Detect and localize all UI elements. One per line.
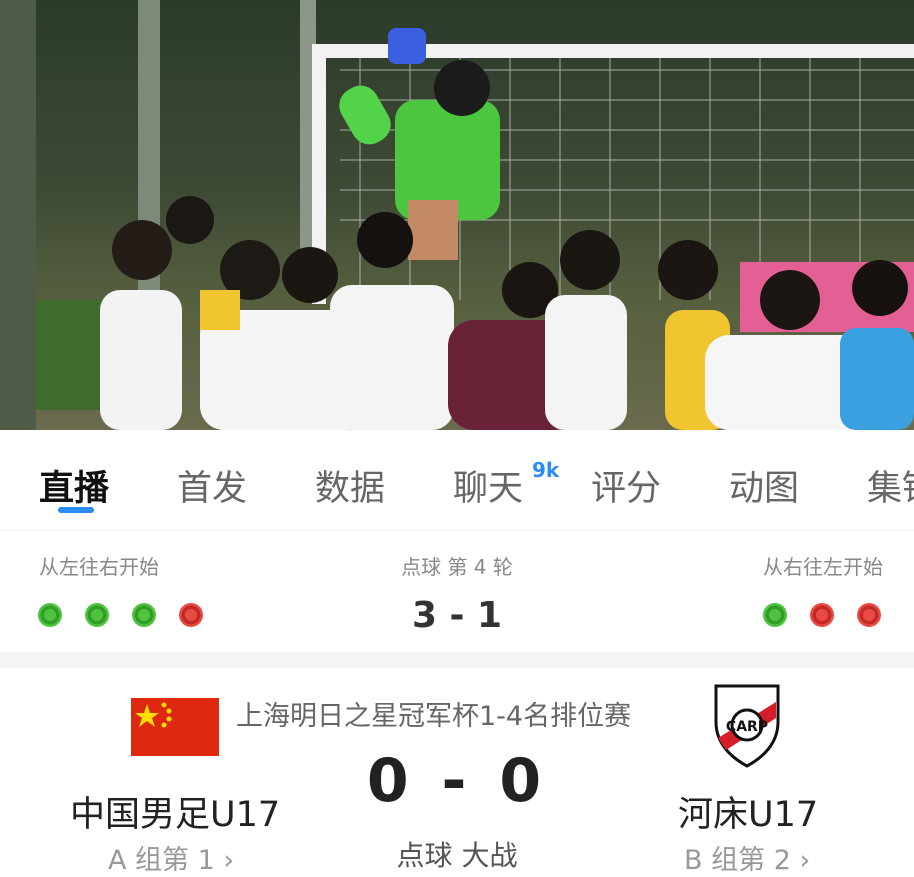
miss-ball-icon	[179, 603, 203, 627]
svg-text:CARP: CARP	[726, 719, 768, 735]
match-info: 上海明日之星冠军杯1-4名排位赛 CARP 中国男足U17 A 组第 1 › 0…	[0, 668, 914, 876]
competition-name: 上海明日之星冠军杯1-4名排位赛	[236, 701, 632, 732]
match-photo	[0, 0, 914, 430]
goal-ball-icon	[132, 603, 156, 627]
away-team-group[interactable]: B 组第 2 ›	[684, 838, 810, 877]
miss-ball-icon	[810, 603, 834, 627]
section-divider	[0, 652, 914, 668]
tab-stats[interactable]: 数据	[315, 460, 385, 511]
away-team-name[interactable]: 河床U17	[678, 786, 818, 837]
tab-live[interactable]: 直播	[39, 460, 109, 511]
tab-lineup[interactable]: 首发	[177, 460, 247, 511]
penalty-shootout-panel: 从左往右开始 点球 第 4 轮 从右往左开始 3 - 1	[0, 531, 914, 651]
away-kick-order-hint: 从右往左开始	[763, 555, 883, 579]
tab-chat[interactable]: 聊天	[453, 460, 523, 511]
miss-ball-icon	[857, 603, 881, 627]
tab-ratings[interactable]: 评分	[591, 460, 661, 511]
goal-ball-icon	[763, 603, 787, 627]
tab-gifs[interactable]: 动图	[729, 460, 799, 511]
chat-count-badge: 9k	[532, 458, 560, 482]
goal-ball-icon	[38, 603, 62, 627]
tab-bar: 直播 首发 数据 聊天 9k 评分 动图 集锦	[0, 430, 914, 531]
tab-highlights[interactable]: 集锦	[867, 460, 914, 511]
goal-ball-icon	[85, 603, 109, 627]
active-tab-indicator	[58, 507, 94, 513]
